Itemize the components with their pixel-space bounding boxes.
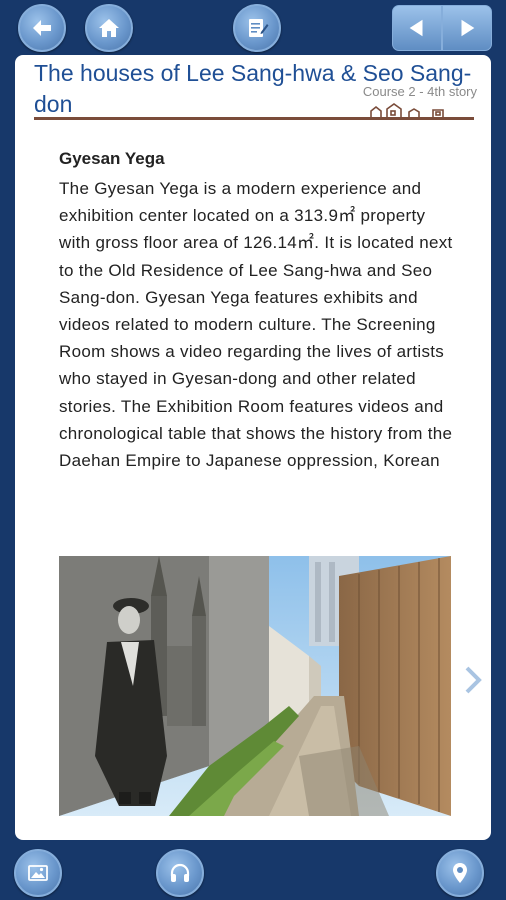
triangle-right-icon — [461, 19, 475, 37]
gyesan-alley-photo[interactable] — [59, 556, 451, 816]
home-button[interactable] — [85, 4, 133, 52]
picture-icon — [28, 865, 48, 881]
headphones-icon — [170, 863, 190, 882]
previous-button[interactable] — [392, 5, 442, 51]
notepad-icon — [249, 19, 269, 37]
map-button[interactable] — [436, 849, 484, 897]
course-subtitle: Course 2 - 4th story — [362, 84, 477, 99]
triangle-left-icon — [409, 19, 423, 37]
audio-button[interactable] — [156, 849, 204, 897]
content-panel: The houses of Lee Sang-hwa & Seo Sang-do… — [15, 55, 491, 840]
article-heading: Gyesan Yega — [59, 149, 165, 168]
back-arrow-icon — [33, 20, 51, 36]
home-icon — [99, 19, 119, 37]
chevron-right-icon[interactable] — [462, 665, 484, 695]
back-button[interactable] — [18, 4, 66, 52]
gallery-button[interactable] — [14, 849, 62, 897]
article-body[interactable]: The Gyesan Yega is a modern experience a… — [59, 175, 459, 543]
photo-illustration — [59, 556, 451, 816]
next-button[interactable] — [442, 5, 492, 51]
bottom-toolbar — [0, 843, 506, 900]
title-divider — [34, 117, 474, 120]
map-pin-icon — [453, 863, 467, 883]
top-toolbar — [0, 0, 506, 52]
notes-button[interactable] — [233, 4, 281, 52]
